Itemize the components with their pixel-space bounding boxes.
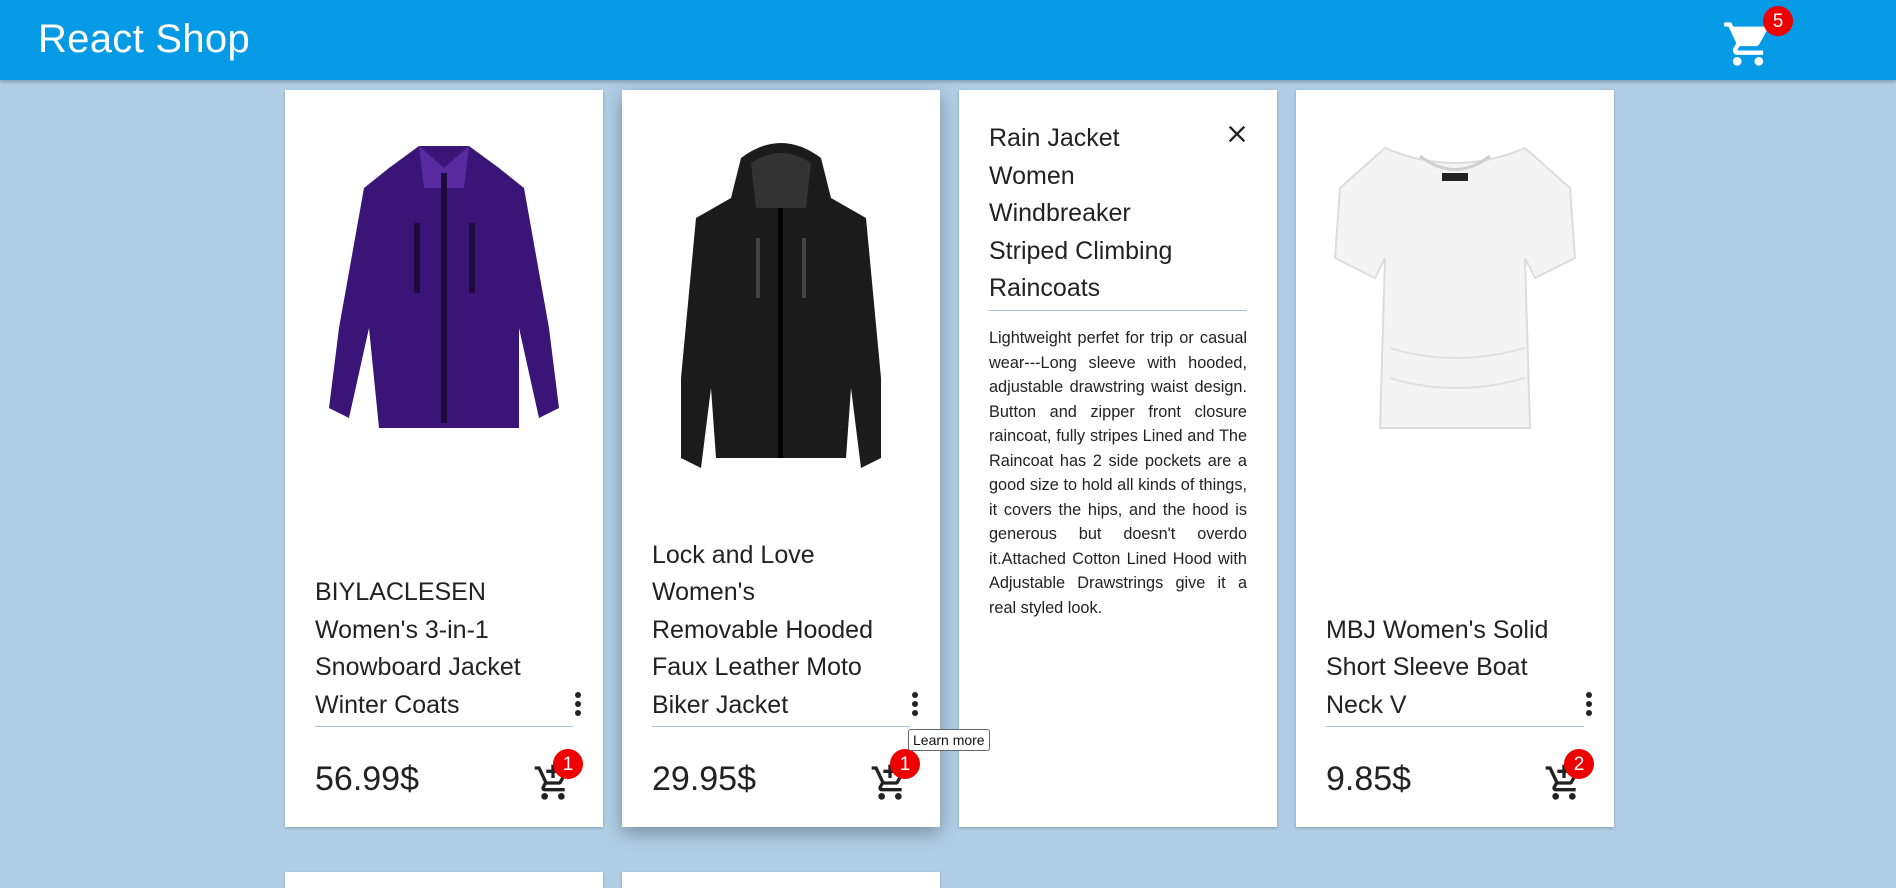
product-image — [285, 90, 603, 490]
close-button[interactable] — [1223, 120, 1251, 148]
product-title: Lock and Love Women's Removable Hooded F… — [652, 540, 873, 719]
app-title: React Shop — [38, 17, 251, 61]
product-title: BIYLACLESEN Women's 3-in-1 Snowboard Jac… — [315, 578, 521, 719]
add-to-cart-button[interactable]: 1 — [533, 749, 583, 803]
product-image — [1296, 90, 1614, 490]
product-title: MBJ Women's Solid Short Sleeve Boat Neck… — [1326, 615, 1549, 719]
product-title-area: Lock and Love Women's Removable Hooded F… — [652, 537, 910, 727]
cart-quantity-badge: 2 — [1564, 749, 1594, 779]
product-card[interactable]: Lock and Love Women's Removable Hooded F… — [622, 90, 940, 827]
product-price: 9.85$ — [1326, 760, 1412, 798]
add-to-cart-button[interactable]: 1 — [870, 749, 920, 803]
product-card[interactable] — [622, 872, 940, 888]
product-image — [622, 90, 940, 490]
more-options-icon[interactable] — [912, 692, 918, 716]
detail-title: Rain Jacket Women Windbreaker Striped Cl… — [989, 124, 1173, 302]
product-detail-card: Rain Jacket Women Windbreaker Striped Cl… — [959, 90, 1277, 827]
app-bar: React Shop 5 — [0, 0, 1896, 80]
learn-more-tooltip: Learn more — [908, 729, 990, 751]
cart-quantity-badge: 1 — [890, 749, 920, 779]
detail-title-area: Rain Jacket Women Windbreaker Striped Cl… — [989, 120, 1247, 311]
cart-quantity-badge: 1 — [553, 749, 583, 779]
more-options-icon[interactable] — [1586, 692, 1592, 716]
cart-count-badge: 5 — [1763, 6, 1793, 36]
add-to-cart-button[interactable]: 2 — [1544, 749, 1594, 803]
product-price: 29.95$ — [652, 760, 756, 798]
product-title-area: MBJ Women's Solid Short Sleeve Boat Neck… — [1326, 612, 1584, 727]
product-card[interactable] — [285, 872, 603, 888]
product-card[interactable]: MBJ Women's Solid Short Sleeve Boat Neck… — [1296, 90, 1614, 827]
more-options-icon[interactable] — [575, 692, 581, 716]
product-card[interactable]: BIYLACLESEN Women's 3-in-1 Snowboard Jac… — [285, 90, 603, 827]
close-icon — [1228, 125, 1246, 143]
detail-description: Lightweight perfet for trip or casual we… — [989, 329, 1247, 617]
product-price: 56.99$ — [315, 760, 419, 798]
product-title-area: BIYLACLESEN Women's 3-in-1 Snowboard Jac… — [315, 574, 573, 727]
cart-button[interactable]: 5 — [1720, 6, 1793, 70]
